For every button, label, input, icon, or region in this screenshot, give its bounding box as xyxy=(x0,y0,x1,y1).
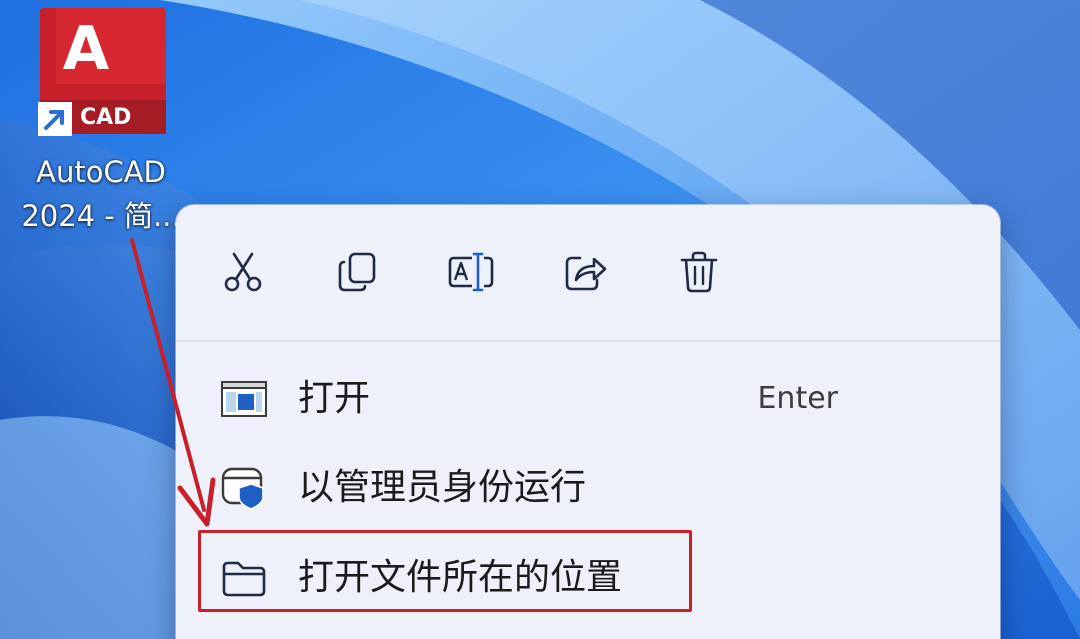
shortcut-arrow-icon xyxy=(38,102,72,136)
share-button[interactable] xyxy=(554,241,616,303)
trash-icon xyxy=(680,251,718,293)
menu-item-open-file-location-label: 打开文件所在的位置 xyxy=(298,557,623,598)
toolbar-separator xyxy=(176,340,1000,342)
scissors-icon xyxy=(224,252,262,292)
app-window-icon xyxy=(220,377,268,421)
cut-button[interactable] xyxy=(212,241,274,303)
desktop: A CAD AutoCAD 2024 - 简... 打开 Enter 以管理员身… xyxy=(0,0,1080,639)
menu-item-run-as-admin-label: 以管理员身份运行 xyxy=(298,467,587,508)
copy-button[interactable] xyxy=(326,241,388,303)
menu-item-open[interactable]: 打开 Enter xyxy=(196,357,986,441)
admin-shield-icon xyxy=(220,466,268,510)
shortcut-label-line2: 2024 - 简... xyxy=(21,199,181,233)
delete-button[interactable] xyxy=(668,241,730,303)
rename-button[interactable] xyxy=(440,241,502,303)
menu-item-run-as-admin[interactable]: 以管理员身份运行 xyxy=(196,446,986,530)
autocad-tile-badge: CAD xyxy=(80,105,132,130)
shortcut-label-line1: AutoCAD xyxy=(36,155,166,189)
folder-icon xyxy=(220,556,268,600)
context-menu-toolbar xyxy=(176,205,1000,340)
autocad-desktop-shortcut[interactable]: A CAD AutoCAD 2024 - 简... xyxy=(6,0,202,240)
rename-icon xyxy=(448,252,494,292)
autocad-shortcut-label: AutoCAD 2024 - 简... xyxy=(6,150,196,238)
copy-icon xyxy=(338,252,376,292)
menu-item-open-file-location[interactable]: 打开文件所在的位置 xyxy=(196,536,986,620)
context-menu: 打开 Enter 以管理员身份运行 打开文件所在的位置 xyxy=(176,205,1000,639)
menu-item-open-shortcut: Enter xyxy=(757,381,838,416)
autocad-tile-letter: A xyxy=(62,14,110,84)
share-icon xyxy=(565,256,607,291)
menu-item-open-label: 打开 xyxy=(298,378,371,419)
